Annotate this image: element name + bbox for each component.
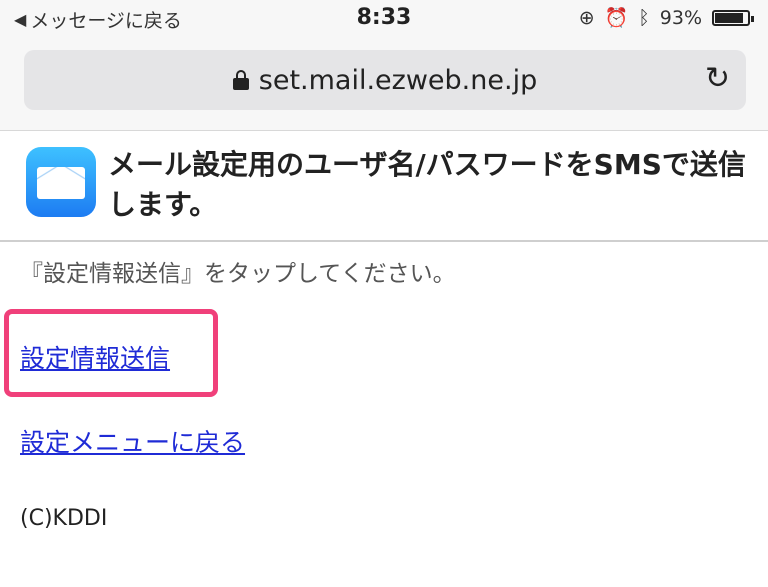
instruction-text: 『設定情報送信』をタップしてください。	[20, 261, 456, 287]
status-indicators: ⊕ ⏰ ᛒ 93%	[578, 6, 754, 29]
rotation-lock-icon: ⊕	[578, 6, 595, 29]
battery-icon	[712, 9, 754, 26]
battery-percent: 93%	[659, 6, 702, 29]
alarm-icon: ⏰	[604, 7, 629, 29]
page-title: メール設定用のユーザ名/パスワードをSMSで送信します。	[108, 148, 746, 221]
mail-app-icon	[26, 147, 96, 217]
copyright-text: (C)KDDI	[20, 506, 108, 531]
battery-fill	[715, 12, 743, 23]
address-bar[interactable]: set.mail.ezweb.ne.jp ↻	[24, 50, 746, 110]
lock-icon	[232, 70, 249, 90]
battery-nub	[751, 15, 754, 22]
envelope-icon	[37, 167, 85, 199]
back-to-settings-menu-link[interactable]: 設定メニューに戻る	[20, 423, 245, 459]
send-settings-link[interactable]: 設定情報送信	[20, 339, 170, 375]
page-header: メール設定用のユーザ名/パスワードをSMSで送信します。	[0, 131, 768, 242]
browser-toolbar: set.mail.ezweb.ne.jp ↻	[0, 40, 768, 131]
reload-icon[interactable]: ↻	[705, 62, 730, 96]
bluetooth-icon: ᛒ	[638, 6, 650, 29]
url-text: set.mail.ezweb.ne.jp	[258, 64, 538, 96]
status-bar: ◀ メッセージに戻る 8:33 ⊕ ⏰ ᛒ 93%	[0, 0, 768, 40]
